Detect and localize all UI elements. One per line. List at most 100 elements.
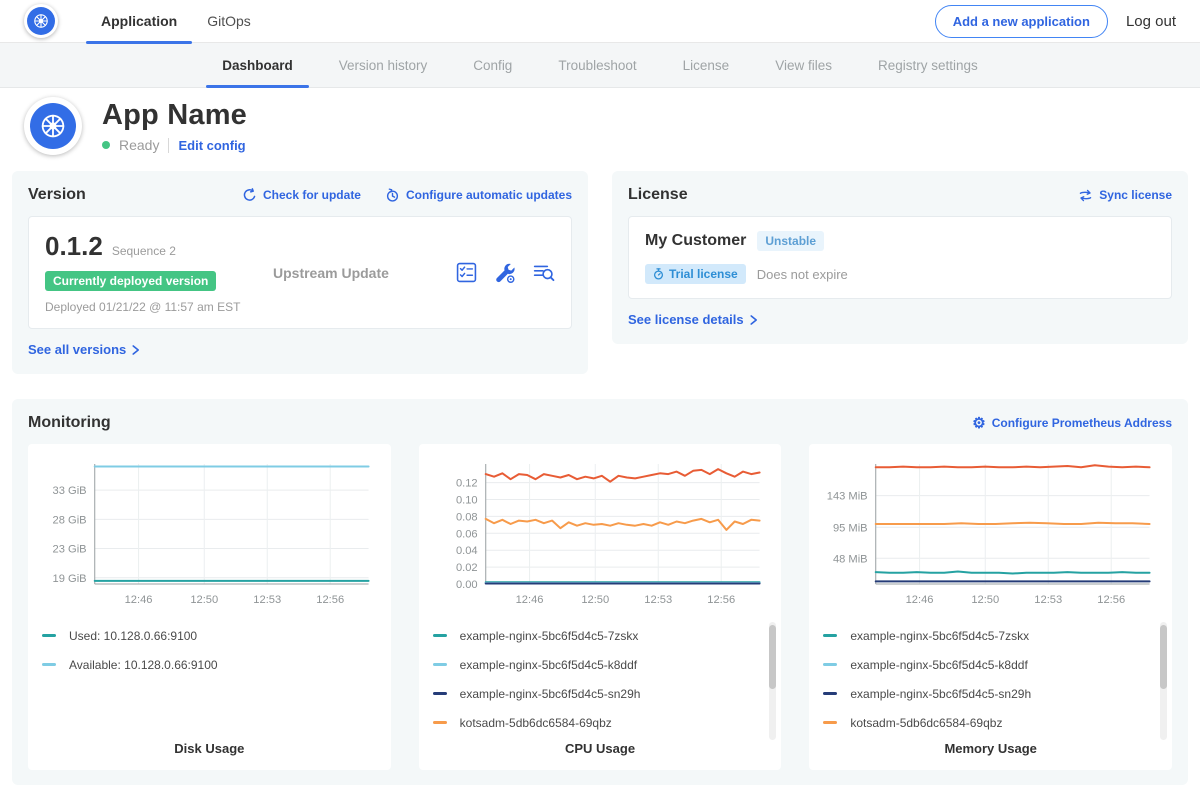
legend-scrollbar[interactable] <box>769 622 776 740</box>
tab-version-history[interactable]: Version history <box>323 43 444 87</box>
version-sequence: Sequence 2 <box>112 244 176 258</box>
deployed-badge: Currently deployed version <box>45 271 216 291</box>
legend-label: example-nginx-5bc6f5d4c5-7zskx <box>850 629 1029 643</box>
series-dash <box>823 634 837 637</box>
svg-text:23 GiB: 23 GiB <box>53 544 87 556</box>
sync-arrows-icon <box>1078 188 1093 203</box>
svg-text:0.06: 0.06 <box>456 528 478 540</box>
series-dash <box>433 721 447 724</box>
svg-text:28 GiB: 28 GiB <box>53 514 87 526</box>
legend-item: example-nginx-5bc6f5d4c5-sn29h <box>823 679 1158 708</box>
chevron-right-icon <box>131 344 140 356</box>
legend-scrollbar[interactable] <box>1160 622 1167 740</box>
check-for-update-label: Check for update <box>263 188 361 202</box>
legend-item: Available: 10.128.0.66:9100 <box>42 650 377 679</box>
svg-text:0.08: 0.08 <box>456 511 478 523</box>
svg-text:12:53: 12:53 <box>253 594 281 606</box>
series-dash <box>42 634 56 637</box>
svg-text:143 MiB: 143 MiB <box>827 491 868 503</box>
svg-text:48 MiB: 48 MiB <box>833 553 868 565</box>
version-card: Version Check for update Configure autom… <box>12 171 588 374</box>
customer-name: My Customer <box>645 232 746 250</box>
nav-tab-gitops[interactable]: GitOps <box>192 0 266 43</box>
license-type-label: Trial license <box>669 267 738 281</box>
configure-prometheus-label: Configure Prometheus Address <box>992 416 1172 430</box>
svg-text:12:53: 12:53 <box>1035 594 1063 606</box>
disk-usage-chart: 19 GiB23 GiB28 GiB33 GiB12:4612:5012:531… <box>42 456 377 608</box>
see-all-versions-link[interactable]: See all versions <box>28 342 140 357</box>
check-for-update-link[interactable]: Check for update <box>242 188 361 203</box>
series-dash <box>433 692 447 695</box>
legend-scrollbar-thumb[interactable] <box>1160 625 1167 689</box>
sync-license-link[interactable]: Sync license <box>1078 188 1172 203</box>
license-card: License Sync license My Customer Unstabl… <box>612 171 1188 344</box>
add-application-button[interactable]: Add a new application <box>935 5 1108 38</box>
wrench-config-icon[interactable] <box>494 262 516 284</box>
cpu-usage-chart-card: 0.000.020.040.060.080.100.1212:4612:5012… <box>419 444 782 770</box>
see-license-details-link[interactable]: See license details <box>628 312 758 327</box>
sync-license-label: Sync license <box>1099 188 1172 202</box>
monitoring-section: Monitoring ⚙ Configure Prometheus Addres… <box>12 399 1188 785</box>
svg-text:0.00: 0.00 <box>456 579 478 591</box>
tab-dashboard[interactable]: Dashboard <box>206 43 309 87</box>
tab-license[interactable]: License <box>667 43 746 87</box>
legend-label: example-nginx-5bc6f5d4c5-sn29h <box>850 687 1031 701</box>
preflight-checks-icon[interactable] <box>456 262 477 283</box>
legend-label: example-nginx-5bc6f5d4c5-sn29h <box>460 687 641 701</box>
svg-text:19 GiB: 19 GiB <box>53 573 87 585</box>
status-text: Ready <box>119 137 159 153</box>
tab-config[interactable]: Config <box>457 43 528 87</box>
stopwatch-icon <box>653 268 664 280</box>
version-number: 0.1.2 <box>45 231 103 262</box>
svg-text:12:50: 12:50 <box>190 594 218 606</box>
current-version-row: 0.1.2 Sequence 2 Currently deployed vers… <box>28 216 572 329</box>
legend-label: kotsadm-5db6dc6584-69qbz <box>460 716 612 730</box>
deployed-timestamp: Deployed 01/21/22 @ 11:57 am EST <box>45 300 273 314</box>
legend-label: Available: 10.128.0.66:9100 <box>69 658 218 672</box>
legend-scrollbar-thumb[interactable] <box>769 625 776 689</box>
app-header: App Name Ready Edit config <box>0 88 1200 171</box>
chart-title: CPU Usage <box>433 741 768 756</box>
disk-usage-chart-card: 19 GiB23 GiB28 GiB33 GiB12:4612:5012:531… <box>28 444 391 770</box>
memory-usage-chart: 48 MiB95 MiB143 MiB12:4612:5012:5312:56 <box>823 456 1158 608</box>
legend-label: example-nginx-5bc6f5d4c5-7zskx <box>460 629 639 643</box>
svg-text:0.12: 0.12 <box>456 478 478 490</box>
svg-text:12:46: 12:46 <box>515 594 543 606</box>
svg-text:12:56: 12:56 <box>707 594 735 606</box>
legend-label: kotsadm-5db6dc6584-69qbz <box>850 716 1002 730</box>
kubernetes-logo[interactable] <box>24 4 58 38</box>
topnav-right: Add a new application Log out <box>935 5 1176 38</box>
license-expiry: Does not expire <box>757 267 848 282</box>
legend-item: kotsadm-5db6dc6584-69qbz <box>823 708 1158 737</box>
configure-prometheus-link[interactable]: ⚙ Configure Prometheus Address <box>972 416 1172 431</box>
edit-config-link[interactable]: Edit config <box>178 138 245 153</box>
tab-registry-settings[interactable]: Registry settings <box>862 43 994 87</box>
series-dash <box>823 663 837 666</box>
app-logo <box>24 97 82 155</box>
license-detail-row: My Customer Unstable Trial license Does … <box>628 216 1172 299</box>
divider <box>168 138 169 153</box>
configure-automatic-updates-link[interactable]: Configure automatic updates <box>385 188 572 203</box>
chart-title: Memory Usage <box>823 741 1158 756</box>
logout-button[interactable]: Log out <box>1126 13 1176 30</box>
tab-view-files[interactable]: View files <box>759 43 848 87</box>
svg-text:12:46: 12:46 <box>125 594 153 606</box>
legend-item: example-nginx-5bc6f5d4c5-7zskx <box>823 621 1158 650</box>
nav-tab-application[interactable]: Application <box>86 0 192 43</box>
monitoring-title: Monitoring <box>28 414 111 432</box>
tab-troubleshoot[interactable]: Troubleshoot <box>542 43 652 87</box>
svg-text:12:56: 12:56 <box>316 594 344 606</box>
deploy-logs-icon[interactable] <box>533 262 555 284</box>
svg-text:12:50: 12:50 <box>581 594 609 606</box>
kubernetes-app-icon <box>30 103 76 149</box>
legend-label: Used: 10.128.0.66:9100 <box>69 629 197 643</box>
legend-item: example-nginx-5bc6f5d4c5-k8ddf <box>433 650 768 679</box>
series-dash <box>433 634 447 637</box>
gear-icon: ⚙ <box>972 416 985 431</box>
memory-usage-legend: example-nginx-5bc6f5d4c5-7zskx example-n… <box>823 621 1158 737</box>
legend-label: example-nginx-5bc6f5d4c5-k8ddf <box>850 658 1027 672</box>
status-ready-dot <box>102 141 110 149</box>
disk-usage-legend: Used: 10.128.0.66:9100 Available: 10.128… <box>42 621 377 679</box>
legend-item: kotsadm-5db6dc6584-69qbz <box>433 708 768 737</box>
app-sub-nav: Dashboard Version history Config Trouble… <box>0 43 1200 88</box>
